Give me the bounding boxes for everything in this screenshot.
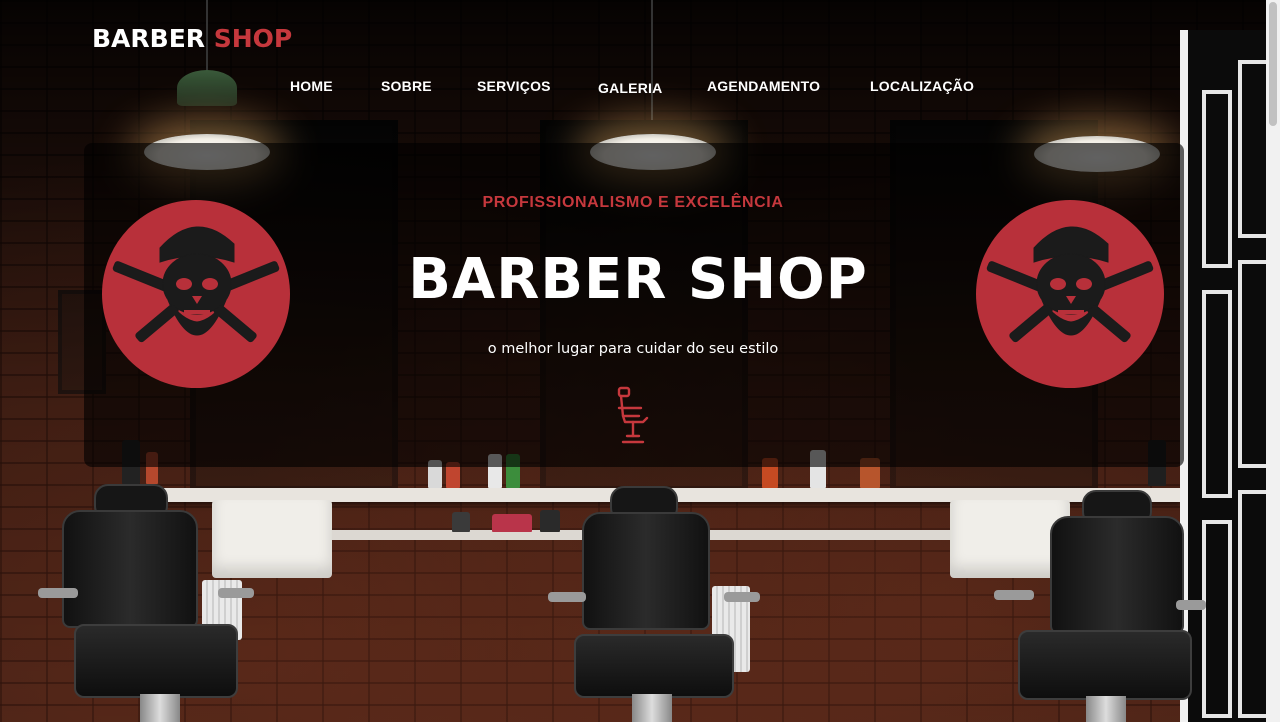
chair-base <box>1086 696 1126 722</box>
nav-home[interactable]: HOME <box>290 78 333 94</box>
barber-chair-icon <box>617 386 649 444</box>
main-nav: HOME SOBRE SERVIÇOS GALERIA AGENDAMENTO … <box>0 78 1280 98</box>
chair-armrest <box>994 590 1034 600</box>
brand-text-accent: SHOP <box>213 24 293 53</box>
nav-localizacao[interactable]: LOCALIZAÇÃO <box>870 78 974 94</box>
brand-logo[interactable]: BARBER SHOP <box>92 24 292 53</box>
chair-backrest <box>1050 516 1184 634</box>
chair-base <box>632 694 672 722</box>
barber-chair-center <box>540 486 770 722</box>
chair-armrest <box>724 592 760 602</box>
nav-agendamento[interactable]: AGENDAMENTO <box>707 78 820 94</box>
barber-chair-right <box>990 490 1210 722</box>
nav-galeria[interactable]: GALERIA <box>598 80 662 96</box>
hero-subtitle: o melhor lugar para cuidar do seu estilo <box>487 341 779 357</box>
hero-title: BARBER SHOP <box>408 247 868 312</box>
nav-sobre[interactable]: SOBRE <box>381 78 432 94</box>
chair-armrest <box>548 592 586 602</box>
lamp-cord-center <box>651 0 653 120</box>
nav-servicos[interactable]: SERVIÇOS <box>477 78 551 94</box>
door-panel <box>1202 90 1232 268</box>
brand-text-white: BARBER <box>92 24 214 53</box>
product-jar <box>452 512 470 532</box>
chair-armrest <box>38 588 78 598</box>
door-panel <box>1202 290 1232 498</box>
chair-seat <box>1018 630 1192 700</box>
hero-tagline: PROFISSIONALISMO E EXCELÊNCIA <box>482 194 784 211</box>
chair-backrest <box>582 512 710 630</box>
chair-armrest <box>218 588 254 598</box>
chair-armrest <box>1176 600 1206 610</box>
chair-seat <box>574 634 734 698</box>
chair-base <box>140 694 180 722</box>
product-jar <box>492 514 532 532</box>
chair-backrest <box>62 510 198 628</box>
chair-seat <box>74 624 238 698</box>
barber-chair-left <box>30 484 260 722</box>
scrollbar-thumb[interactable] <box>1269 2 1277 126</box>
